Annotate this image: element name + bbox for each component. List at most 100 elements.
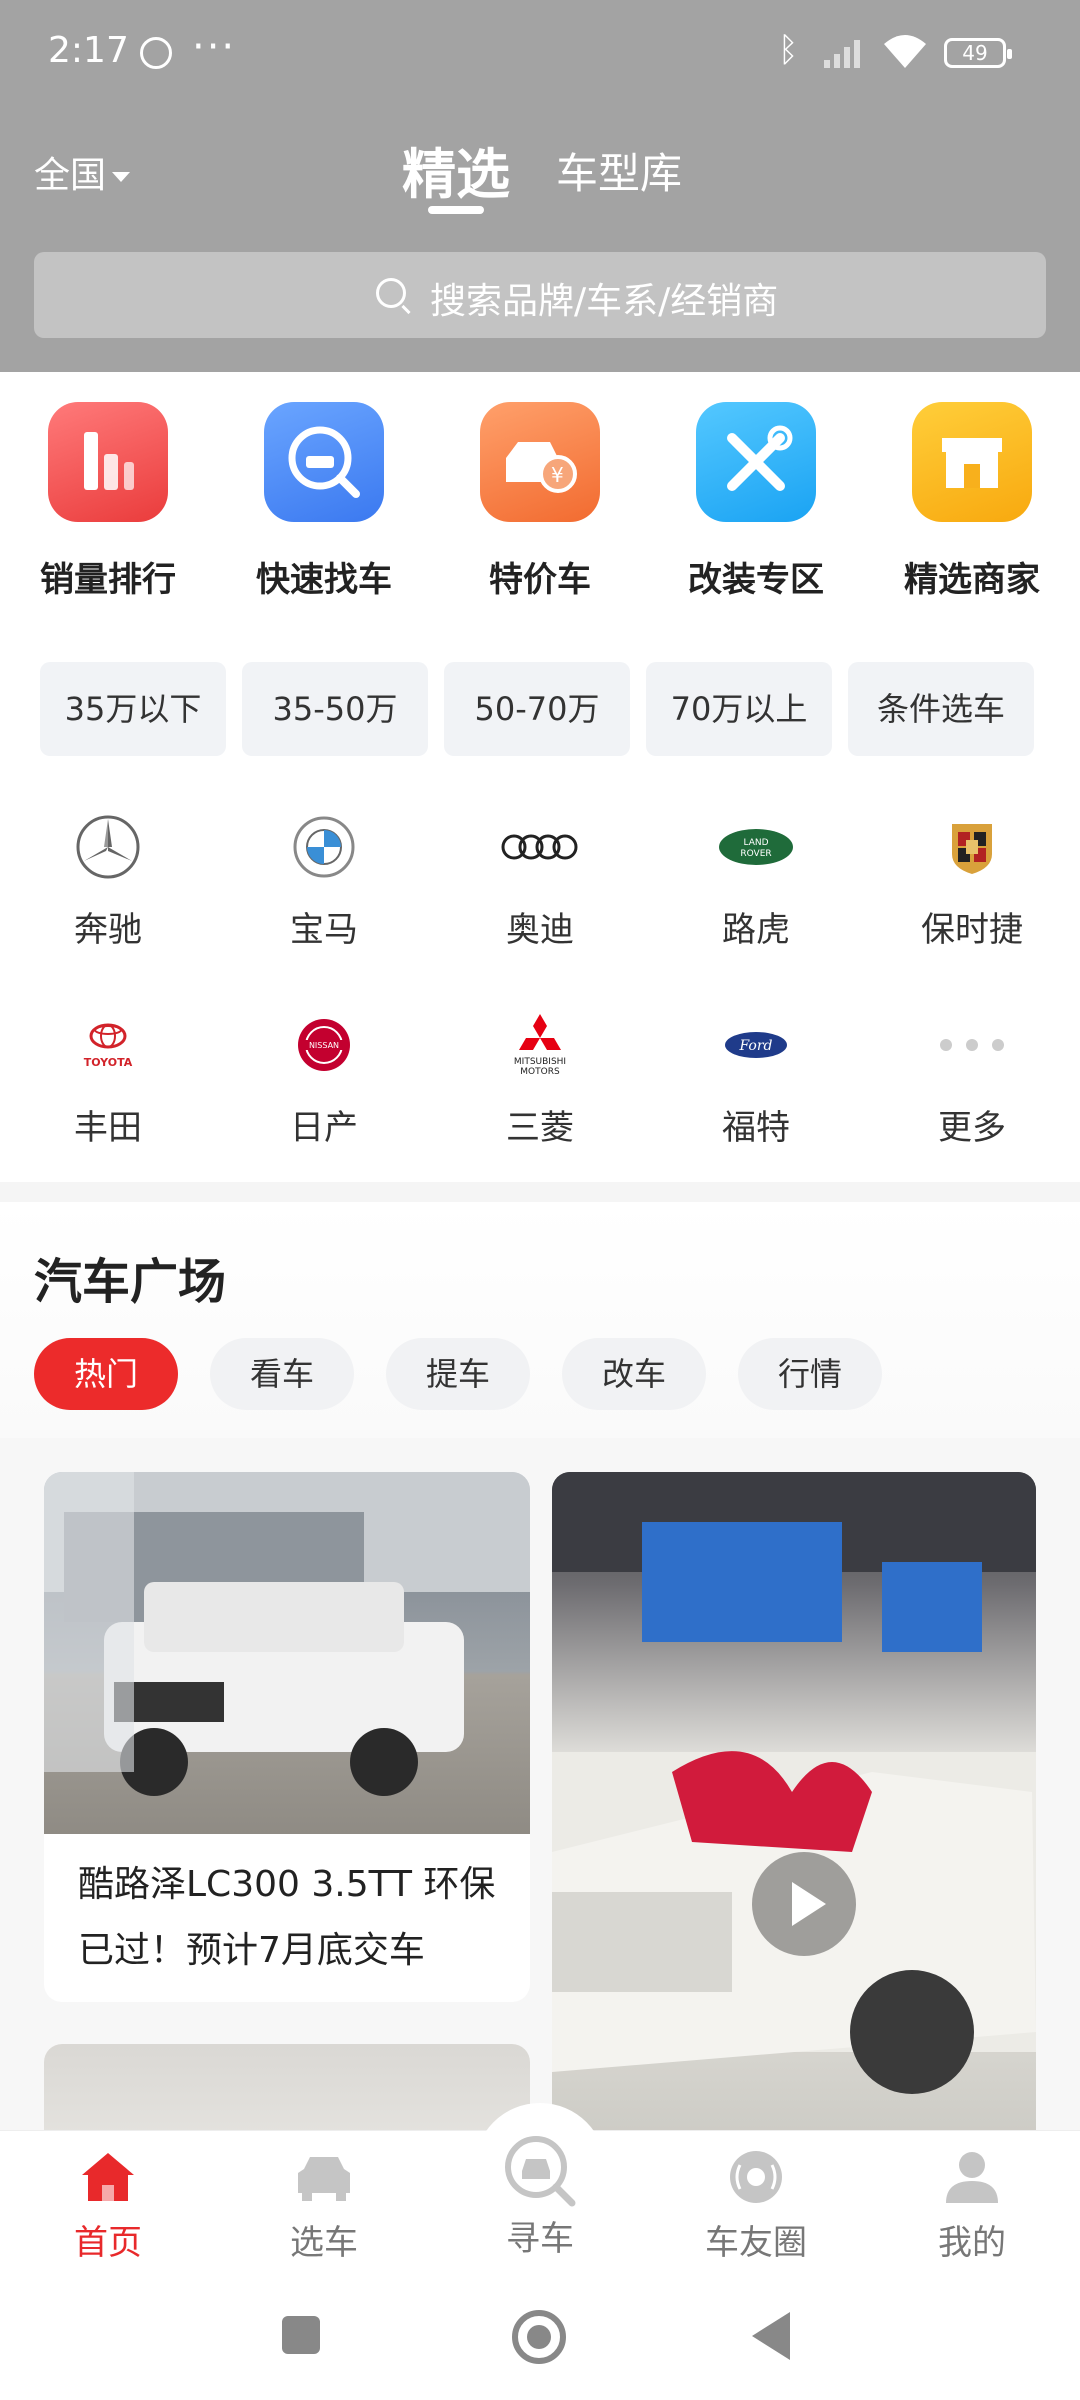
- back-icon[interactable]: [752, 2312, 790, 2360]
- brand-mercedes[interactable]: 奔驰: [0, 812, 216, 951]
- quick-find-car-icon: [264, 402, 384, 522]
- store-icon: [912, 402, 1032, 522]
- card-title: 酷路泽LC300 3.5TT 环保已过！预计7月底交车: [78, 1864, 496, 1971]
- feature-quick-find[interactable]: 快速找车: [216, 402, 432, 601]
- region-selector[interactable]: 全国: [34, 146, 131, 198]
- brand-audi[interactable]: 奥迪: [432, 812, 648, 951]
- plaza-tab-modify[interactable]: 改车: [562, 1338, 706, 1410]
- nav-community[interactable]: 车友圈: [648, 2149, 864, 2264]
- toyota-logo-icon: TOYOTA: [65, 1010, 151, 1080]
- card-image: [552, 1472, 1036, 2130]
- nav-label: 我的: [938, 2223, 1006, 2263]
- bluetooth-icon: ᛒ: [778, 30, 799, 70]
- sales-ranking-icon: [48, 402, 168, 522]
- feature-discount-car[interactable]: ¥ 特价车: [432, 402, 648, 601]
- audi-logo-icon: [497, 812, 583, 882]
- nav-profile[interactable]: 我的: [864, 2149, 1080, 2264]
- car-icon: [294, 2149, 354, 2205]
- brand-more[interactable]: 更多: [864, 1010, 1080, 1149]
- svg-text:ROVER: ROVER: [740, 849, 771, 859]
- svg-text:LAND: LAND: [743, 838, 768, 848]
- svg-text:¥: ¥: [551, 463, 564, 487]
- section-title: 汽车广场: [34, 1254, 227, 1310]
- brand-label: 更多: [938, 1108, 1006, 1148]
- bmw-logo-icon: [281, 812, 367, 882]
- tab-model-library[interactable]: 车型库: [556, 140, 682, 201]
- cellular-signal-icon: [824, 40, 860, 68]
- caret-down-icon: [112, 172, 131, 182]
- system-navigation-bar: [0, 2270, 1080, 2400]
- chip-over-700k[interactable]: 70万以上: [646, 662, 832, 756]
- header: 2:17 ··· ᛒ 49 全国 精选 车型库 搜索品牌/车系/经销商: [0, 0, 1080, 372]
- region-label: 全国: [34, 155, 107, 196]
- brand-porsche[interactable]: 保时捷: [864, 812, 1080, 951]
- svg-text:Ford: Ford: [738, 1038, 772, 1054]
- brand-ford[interactable]: Ford 福特: [648, 1010, 864, 1149]
- nav-find-car[interactable]: 寻车: [432, 2131, 648, 2260]
- home-icon: [78, 2149, 138, 2205]
- search-icon: [376, 278, 406, 308]
- search-bar[interactable]: 搜索品牌/车系/经销商: [34, 252, 1046, 338]
- chip-500k-700k[interactable]: 50-70万: [444, 662, 630, 756]
- brand-land-rover[interactable]: LAND ROVER 路虎: [648, 812, 864, 951]
- nav-choose-car[interactable]: 选车: [216, 2149, 432, 2264]
- more-notifications-icon: ···: [192, 24, 237, 70]
- feed-card[interactable]: 酷路泽LC300 3.5TT 环保已过！预计7月底交车: [44, 1472, 530, 2002]
- sync-icon: [140, 37, 172, 69]
- find-car-icon: [500, 2131, 580, 2211]
- main-panel: 销量排行 快速找车 ¥ 特价车 改装专区 精选商家 35万以下 35-50万 5…: [0, 372, 1080, 1182]
- app-screen: 2:17 ··· ᛒ 49 全国 精选 车型库 搜索品牌/车系/经销商 销量排行…: [0, 0, 1080, 2400]
- brand-nissan[interactable]: NISSAN 日产: [216, 1010, 432, 1149]
- brand-toyota[interactable]: TOYOTA 丰田: [0, 1010, 216, 1149]
- modification-tools-icon: [696, 402, 816, 522]
- home-button-icon[interactable]: [512, 2310, 566, 2364]
- plaza-tab-market[interactable]: 行情: [738, 1338, 882, 1410]
- feature-selected-merchants[interactable]: 精选商家: [864, 402, 1080, 601]
- tab-featured[interactable]: 精选: [402, 130, 510, 209]
- brand-label: 丰田: [74, 1108, 142, 1148]
- brand-label: 福特: [722, 1108, 790, 1148]
- brand-label: 奥迪: [506, 910, 574, 950]
- brand-mitsubishi[interactable]: MITSUBISHI MOTORS 三菱: [432, 1010, 648, 1149]
- feature-label: 改装专区: [688, 560, 824, 600]
- nav-label: 首页: [74, 2223, 142, 2263]
- brand-label: 路虎: [722, 910, 790, 950]
- nav-home[interactable]: 首页: [0, 2149, 216, 2264]
- land-rover-logo-icon: LAND ROVER: [713, 812, 799, 882]
- nav-label: 选车: [290, 2223, 358, 2263]
- ford-logo-icon: Ford: [713, 1010, 799, 1080]
- feature-sales-ranking[interactable]: 销量排行: [0, 402, 216, 601]
- play-icon[interactable]: [752, 1852, 856, 1956]
- feed: 酷路泽LC300 3.5TT 环保已过！预计7月底交车: [0, 1438, 1080, 2130]
- brand-bmw[interactable]: 宝马: [216, 812, 432, 951]
- plaza-tab-pickup[interactable]: 提车: [386, 1338, 530, 1410]
- status-bar: 2:17 ··· ᛒ 49: [0, 0, 1080, 110]
- mitsubishi-logo-icon: MITSUBISHI MOTORS: [497, 1010, 583, 1080]
- card-image: [44, 1472, 530, 1834]
- feed-video-card[interactable]: [552, 1472, 1036, 2130]
- plaza-tab-view-cars[interactable]: 看车: [210, 1338, 354, 1410]
- svg-text:MITSUBISHI: MITSUBISHI: [514, 1057, 566, 1067]
- profile-icon: [942, 2149, 1002, 2205]
- brand-label: 保时捷: [921, 910, 1023, 950]
- price-filter-chips: 35万以下 35-50万 50-70万 70万以上 条件选车: [40, 662, 1050, 756]
- feed-card[interactable]: [44, 2044, 530, 2130]
- svg-text:NISSAN: NISSAN: [309, 1041, 339, 1050]
- tab-active-indicator: [428, 206, 484, 214]
- car-plaza-section: 汽车广场 热门 看车 提车 改车 行情: [0, 1202, 1080, 1438]
- feature-modification[interactable]: 改装专区: [648, 402, 864, 601]
- chip-under-350k[interactable]: 35万以下: [40, 662, 226, 756]
- battery-icon: 49: [944, 38, 1012, 68]
- brand-grid: 奔驰 宝马 奥迪 LAND ROVER 路虎 保时捷 TOYOTA 丰田 NIS…: [0, 812, 1080, 1182]
- feature-label: 精选商家: [904, 560, 1040, 600]
- search-placeholder: 搜索品牌/车系/经销商: [430, 281, 779, 322]
- svg-text:MOTORS: MOTORS: [520, 1067, 560, 1077]
- brand-label: 日产: [290, 1108, 358, 1148]
- brand-label: 宝马: [290, 910, 358, 950]
- mercedes-logo-icon: [65, 812, 151, 882]
- recent-apps-icon[interactable]: [282, 2316, 320, 2354]
- feature-label: 销量排行: [40, 560, 176, 600]
- chip-condition-search[interactable]: 条件选车: [848, 662, 1034, 756]
- chip-350k-500k[interactable]: 35-50万: [242, 662, 428, 756]
- plaza-tab-hot[interactable]: 热门: [34, 1338, 178, 1410]
